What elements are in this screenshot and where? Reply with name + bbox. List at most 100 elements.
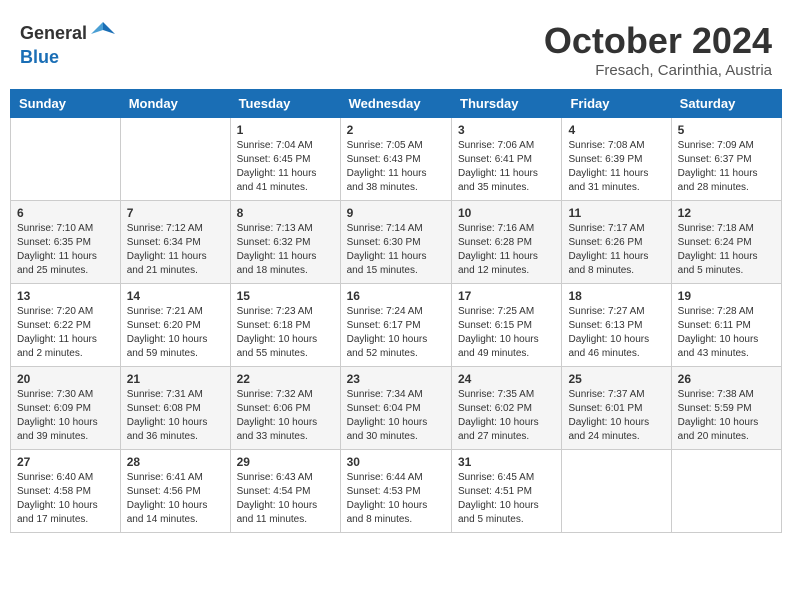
day-number: 26 <box>678 372 775 386</box>
day-number: 29 <box>237 455 334 469</box>
calendar-header-saturday: Saturday <box>671 90 781 118</box>
day-number: 14 <box>127 289 224 303</box>
calendar-cell <box>562 450 671 533</box>
calendar-cell: 22 Sunrise: 7:32 AM Sunset: 6:06 PM Dayli… <box>230 367 340 450</box>
calendar-cell: 16Sunrise: 7:24 AM Sunset: 6:17 PM Dayli… <box>340 284 451 367</box>
day-info: Sunrise: 7:27 AM Sunset: 6:13 PM Dayligh… <box>568 305 664 361</box>
day-info: Sunrise: 7:08 AM Sunset: 6:39 PM Dayligh… <box>568 139 664 195</box>
calendar-cell: 3Sunrise: 7:06 AM Sunset: 6:41 PM Daylig… <box>452 118 562 201</box>
calendar-cell <box>671 450 781 533</box>
day-number: 3 <box>458 123 555 137</box>
calendar-cell: 5 Sunrise: 7:09 AM Sunset: 6:37 PM Daylig… <box>671 118 781 201</box>
day-info: Sunrise: 7:16 AM Sunset: 6:28 PM Dayligh… <box>458 222 555 278</box>
day-number: 5 <box>678 123 775 137</box>
day-info: Sunrise: 7:21 AM Sunset: 6:20 PM Dayligh… <box>127 305 224 361</box>
calendar-cell: 25Sunrise: 7:37 AM Sunset: 6:01 PM Dayli… <box>562 367 671 450</box>
calendar-cell: 24Sunrise: 7:35 AM Sunset: 6:02 PM Dayli… <box>452 367 562 450</box>
day-info: Sunrise: 7:12 AM Sunset: 6:34 PM Dayligh… <box>127 222 224 278</box>
day-number: 4 <box>568 123 664 137</box>
calendar-cell: 10 Sunrise: 7:16 AM Sunset: 6:28 PM Dayli… <box>452 201 562 284</box>
day-number: 7 <box>127 206 224 220</box>
calendar-cell: 13Sunrise: 7:20 AM Sunset: 6:22 PM Dayli… <box>11 284 121 367</box>
calendar-cell: 18 Sunrise: 7:27 AM Sunset: 6:13 PM Dayli… <box>562 284 671 367</box>
day-number: 25 <box>568 372 664 386</box>
calendar-cell: 30 Sunrise: 6:44 AM Sunset: 4:53 PM Dayli… <box>340 450 451 533</box>
day-info: Sunrise: 6:44 AM Sunset: 4:53 PM Dayligh… <box>347 471 445 527</box>
day-info: Sunrise: 7:09 AM Sunset: 6:37 PM Dayligh… <box>678 139 775 195</box>
calendar-cell: 7 Sunrise: 7:12 AM Sunset: 6:34 PM Daylig… <box>120 201 230 284</box>
calendar-cell: 28 Sunrise: 6:41 AM Sunset: 4:56 PM Dayli… <box>120 450 230 533</box>
day-number: 31 <box>458 455 555 469</box>
calendar-week-row: 27 Sunrise: 6:40 AM Sunset: 4:58 PM Dayli… <box>11 450 782 533</box>
day-number: 2 <box>347 123 445 137</box>
logo: General Blue <box>20 20 117 68</box>
day-number: 18 <box>568 289 664 303</box>
calendar-cell: 31Sunrise: 6:45 AM Sunset: 4:51 PM Dayli… <box>452 450 562 533</box>
day-number: 30 <box>347 455 445 469</box>
day-info: Sunrise: 7:23 AM Sunset: 6:18 PM Dayligh… <box>237 305 334 361</box>
calendar-header-friday: Friday <box>562 90 671 118</box>
calendar-cell: 1Sunrise: 7:04 AM Sunset: 6:45 PM Daylig… <box>230 118 340 201</box>
day-info: Sunrise: 6:43 AM Sunset: 4:54 PM Dayligh… <box>237 471 334 527</box>
calendar-week-row: 13Sunrise: 7:20 AM Sunset: 6:22 PM Dayli… <box>11 284 782 367</box>
calendar-week-row: 20 Sunrise: 7:30 AM Sunset: 6:09 PM Dayli… <box>11 367 782 450</box>
day-info: Sunrise: 7:32 AM Sunset: 6:06 PM Dayligh… <box>237 388 334 444</box>
day-info: Sunrise: 6:41 AM Sunset: 4:56 PM Dayligh… <box>127 471 224 527</box>
day-info: Sunrise: 7:38 AM Sunset: 5:59 PM Dayligh… <box>678 388 775 444</box>
day-number: 13 <box>17 289 114 303</box>
calendar-header-monday: Monday <box>120 90 230 118</box>
calendar-week-row: 1Sunrise: 7:04 AM Sunset: 6:45 PM Daylig… <box>11 118 782 201</box>
day-info: Sunrise: 7:31 AM Sunset: 6:08 PM Dayligh… <box>127 388 224 444</box>
day-number: 6 <box>17 206 114 220</box>
day-info: Sunrise: 7:04 AM Sunset: 6:45 PM Dayligh… <box>237 139 334 195</box>
title-area: October 2024 Fresach, Carinthia, Austria <box>544 20 772 79</box>
calendar-week-row: 6 Sunrise: 7:10 AM Sunset: 6:35 PM Daylig… <box>11 201 782 284</box>
day-number: 23 <box>347 372 445 386</box>
logo-icon <box>89 20 117 48</box>
day-info: Sunrise: 7:25 AM Sunset: 6:15 PM Dayligh… <box>458 305 555 361</box>
calendar-cell: 23 Sunrise: 7:34 AM Sunset: 6:04 PM Dayli… <box>340 367 451 450</box>
day-number: 15 <box>237 289 334 303</box>
calendar-cell: 29 Sunrise: 6:43 AM Sunset: 4:54 PM Dayli… <box>230 450 340 533</box>
calendar-cell: 19Sunrise: 7:28 AM Sunset: 6:11 PM Dayli… <box>671 284 781 367</box>
day-info: Sunrise: 7:34 AM Sunset: 6:04 PM Dayligh… <box>347 388 445 444</box>
calendar-cell <box>11 118 121 201</box>
day-number: 12 <box>678 206 775 220</box>
day-info: Sunrise: 7:14 AM Sunset: 6:30 PM Dayligh… <box>347 222 445 278</box>
day-info: Sunrise: 7:24 AM Sunset: 6:17 PM Dayligh… <box>347 305 445 361</box>
calendar-cell: 12Sunrise: 7:18 AM Sunset: 6:24 PM Dayli… <box>671 201 781 284</box>
day-number: 10 <box>458 206 555 220</box>
day-number: 20 <box>17 372 114 386</box>
day-info: Sunrise: 7:13 AM Sunset: 6:32 PM Dayligh… <box>237 222 334 278</box>
calendar-header-wednesday: Wednesday <box>340 90 451 118</box>
day-info: Sunrise: 6:40 AM Sunset: 4:58 PM Dayligh… <box>17 471 114 527</box>
location-title: Fresach, Carinthia, Austria <box>544 62 772 79</box>
calendar-cell: 27 Sunrise: 6:40 AM Sunset: 4:58 PM Dayli… <box>11 450 121 533</box>
calendar-cell: 2Sunrise: 7:05 AM Sunset: 6:43 PM Daylig… <box>340 118 451 201</box>
day-number: 11 <box>568 206 664 220</box>
day-info: Sunrise: 7:10 AM Sunset: 6:35 PM Dayligh… <box>17 222 114 278</box>
calendar-cell: 6 Sunrise: 7:10 AM Sunset: 6:35 PM Daylig… <box>11 201 121 284</box>
calendar-cell: 20 Sunrise: 7:30 AM Sunset: 6:09 PM Dayli… <box>11 367 121 450</box>
day-number: 27 <box>17 455 114 469</box>
calendar-cell: 8 Sunrise: 7:13 AM Sunset: 6:32 PM Daylig… <box>230 201 340 284</box>
day-info: Sunrise: 7:17 AM Sunset: 6:26 PM Dayligh… <box>568 222 664 278</box>
logo-general-text: General <box>20 24 87 44</box>
day-number: 28 <box>127 455 224 469</box>
calendar-header-row: SundayMondayTuesdayWednesdayThursdayFrid… <box>11 90 782 118</box>
month-title: October 2024 <box>544 20 772 62</box>
calendar-header-tuesday: Tuesday <box>230 90 340 118</box>
day-number: 21 <box>127 372 224 386</box>
calendar-cell: 9 Sunrise: 7:14 AM Sunset: 6:30 PM Daylig… <box>340 201 451 284</box>
calendar-header-thursday: Thursday <box>452 90 562 118</box>
day-info: Sunrise: 7:28 AM Sunset: 6:11 PM Dayligh… <box>678 305 775 361</box>
day-number: 24 <box>458 372 555 386</box>
calendar-header-sunday: Sunday <box>11 90 121 118</box>
calendar-cell: 4 Sunrise: 7:08 AM Sunset: 6:39 PM Daylig… <box>562 118 671 201</box>
day-number: 8 <box>237 206 334 220</box>
calendar-table: SundayMondayTuesdayWednesdayThursdayFrid… <box>10 89 782 533</box>
calendar-cell: 17Sunrise: 7:25 AM Sunset: 6:15 PM Dayli… <box>452 284 562 367</box>
day-number: 9 <box>347 206 445 220</box>
day-info: Sunrise: 7:30 AM Sunset: 6:09 PM Dayligh… <box>17 388 114 444</box>
day-number: 22 <box>237 372 334 386</box>
